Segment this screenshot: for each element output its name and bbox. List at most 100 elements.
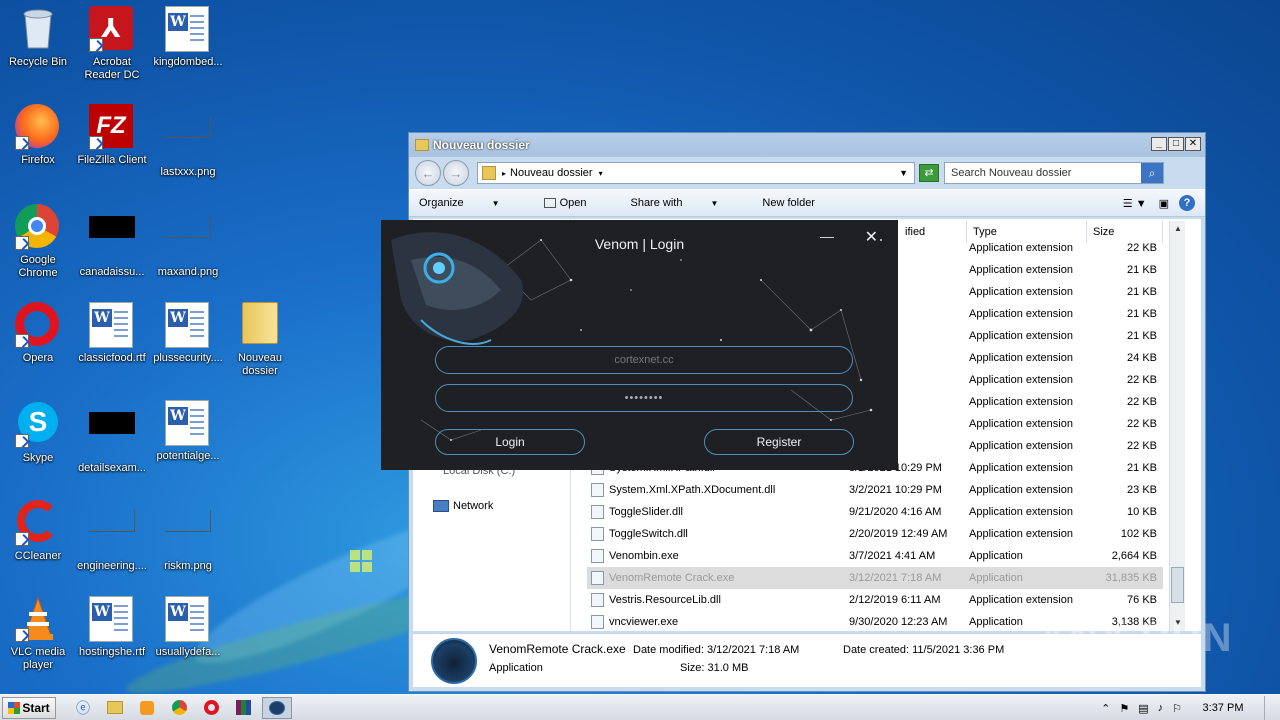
- chrome-taskbar-icon[interactable]: [166, 697, 192, 719]
- tray-expand-icon[interactable]: ⌃: [1101, 702, 1110, 715]
- desktop-icon-hostingshe[interactable]: W hostingshe.rtf: [74, 596, 150, 659]
- help-icon[interactable]: ?: [1179, 195, 1195, 211]
- address-bar[interactable]: ▸ Nouveau dossier ▾ ▼: [477, 162, 915, 184]
- ccleaner-icon: [15, 500, 61, 546]
- desktop-icon-classicfood[interactable]: W classicfood.rtf: [74, 302, 150, 365]
- register-button[interactable]: Register: [704, 429, 854, 455]
- show-desktop-button[interactable]: [1264, 696, 1274, 720]
- address-history-dropdown-icon[interactable]: ▼: [899, 168, 908, 178]
- refresh-button[interactable]: ⇄: [919, 164, 939, 182]
- venom-taskbar-icon[interactable]: [262, 696, 292, 719]
- desktop-icon-label: Nouveau dossier: [237, 352, 283, 377]
- desktop-icon-engineering[interactable]: engineering....: [74, 498, 150, 573]
- view-options-icon[interactable]: ☰ ▼: [1123, 197, 1147, 210]
- media-player-icon[interactable]: [134, 697, 160, 719]
- desktop-icon-lastxxx[interactable]: lastxxx.png: [150, 104, 226, 179]
- venom-app-icon: [431, 638, 477, 684]
- desktop-icon-skype[interactable]: S Skype: [0, 400, 76, 465]
- opera-taskbar-icon[interactable]: [198, 697, 224, 719]
- desktop-icon-label: CCleaner: [14, 550, 62, 562]
- image-file-icon: [165, 216, 211, 262]
- winrar-icon[interactable]: [230, 697, 256, 719]
- clock[interactable]: 3:37 PM: [1191, 702, 1255, 714]
- chevron-down-icon: ▼: [710, 199, 719, 208]
- search-input[interactable]: Search Nouveau dossier ⌕: [944, 162, 1164, 184]
- maximize-button[interactable]: □: [1168, 137, 1184, 151]
- share-with-menu[interactable]: Share with ▼: [630, 197, 740, 209]
- venom-close-button[interactable]: ✕: [865, 227, 878, 247]
- word-doc-icon: W: [165, 400, 211, 446]
- desktop-icon-ccleaner[interactable]: CCleaner: [0, 498, 76, 563]
- search-icon[interactable]: ⌕: [1141, 163, 1163, 183]
- file-row[interactable]: VenomRemote Crack.exe 3/12/2021 7:18 AM Ap…: [587, 567, 1163, 589]
- desktop-icon-maxand[interactable]: maxand.png: [150, 204, 226, 279]
- desktop-icon-firefox[interactable]: Firefox: [0, 104, 76, 167]
- new-folder-button[interactable]: New folder: [762, 197, 815, 209]
- desktop-icon-chrome[interactable]: Google Chrome: [0, 204, 76, 280]
- vertical-scrollbar[interactable]: ▲ ▼: [1169, 221, 1185, 631]
- system-tray: ⌃ ⚑ ▤ ♪ ⚐ 3:37 PM: [1101, 695, 1280, 720]
- command-bar: Organize ▼ Open Share with ▼ New folder ☰ …: [409, 189, 1205, 217]
- scrollbar-thumb[interactable]: [1171, 567, 1184, 603]
- desktop-icon-acrobat[interactable]: ⅄ Acrobat Reader DC: [74, 6, 150, 82]
- network-icon: [433, 500, 449, 512]
- scroll-up-icon[interactable]: ▲: [1170, 221, 1186, 237]
- minimize-button[interactable]: _: [1151, 137, 1167, 151]
- nav-item-network[interactable]: Network: [433, 500, 493, 512]
- vlc-cone-icon: [15, 596, 61, 642]
- volume-icon[interactable]: ♪: [1158, 702, 1164, 714]
- desktop-icon-opera[interactable]: Opera: [0, 302, 76, 365]
- file-row[interactable]: ToggleSlider.dll 9/21/2020 4:16 AM Applica…: [587, 501, 1163, 523]
- desktop-icon-usuallydefa[interactable]: W usuallydefa...: [150, 596, 226, 659]
- venom-login-window: Venom | Login — ✕ cortexnet.cc •••••••• …: [381, 220, 898, 470]
- desktop-icon-riskm[interactable]: riskm.png: [150, 498, 226, 573]
- windows-wallpaper-logo: [350, 550, 372, 572]
- venom-minimize-button[interactable]: —: [820, 228, 834, 244]
- close-button[interactable]: ✕: [1185, 137, 1201, 151]
- file-type: Application extension: [969, 594, 1073, 606]
- breadcrumb[interactable]: Nouveau dossier: [510, 167, 593, 179]
- start-button[interactable]: Start: [2, 696, 56, 719]
- open-button[interactable]: Open: [543, 197, 609, 209]
- desktop-icon-filezilla[interactable]: FZ FileZilla Client: [74, 104, 150, 167]
- desktop-icon-plussecurity[interactable]: W plussecurity....: [150, 302, 226, 365]
- desktop-icon-potentialge[interactable]: W potentialge...: [150, 400, 226, 463]
- file-name: ToggleSwitch.dll: [609, 528, 688, 540]
- network-tray-icon[interactable]: ▤: [1138, 702, 1148, 715]
- shortcut-arrow-icon: [89, 136, 103, 150]
- desktop-icon-kingdombed[interactable]: W kingdombed...: [150, 6, 226, 69]
- password-input[interactable]: ••••••••: [435, 384, 853, 412]
- chevron-down-icon[interactable]: ▾: [599, 169, 603, 178]
- username-input[interactable]: cortexnet.cc: [435, 346, 853, 374]
- file-row[interactable]: Venombin.exe 3/7/2021 4:41 AM Application 2…: [587, 545, 1163, 567]
- desktop-icon-detailsexam[interactable]: detailsexam...: [74, 400, 150, 475]
- desktop-icon-label: lastxxx.png: [160, 166, 216, 178]
- file-row[interactable]: System.Xml.XPath.XDocument.dll 3/2/2021 1…: [587, 479, 1163, 501]
- action-center-icon[interactable]: ⚑: [1119, 702, 1129, 715]
- dll-file-icon: [591, 483, 604, 497]
- file-row[interactable]: ToggleSwitch.dll 2/20/2019 12:49 AM Applic…: [587, 523, 1163, 545]
- file-type: Application: [969, 616, 1023, 628]
- desktop-icon-label: classicfood.rtf: [78, 352, 146, 364]
- login-button[interactable]: Login: [435, 429, 585, 455]
- image-file-icon: [89, 510, 135, 556]
- desktop-icon-vlc[interactable]: VLC media player: [0, 596, 76, 672]
- back-button[interactable]: ←: [415, 160, 441, 186]
- desktop-icon-recycle-bin[interactable]: Recycle Bin: [0, 6, 76, 69]
- file-row[interactable]: Vestris.ResourceLib.dll 2/12/2019 6:11 AM…: [587, 589, 1163, 611]
- preview-pane-icon[interactable]: ▣: [1159, 197, 1169, 210]
- organize-menu[interactable]: Organize ▼: [419, 197, 522, 209]
- explorer-titlebar[interactable]: Nouveau dossier _ □ ✕: [409, 133, 1205, 157]
- start-label: Start: [22, 700, 50, 715]
- file-explorer-icon[interactable]: [102, 697, 128, 719]
- details-filetype: Application: [489, 662, 543, 674]
- file-type: Application extension: [969, 418, 1073, 430]
- internet-explorer-icon[interactable]: ⓔ: [70, 697, 96, 719]
- desktop-icon-canadaissu[interactable]: canadaissu...: [74, 204, 150, 279]
- desktop-icon-nouveau-dossier[interactable]: Nouveau dossier: [222, 302, 298, 378]
- details-date-modified: Date modified: 3/12/2021 7:18 AM: [633, 644, 800, 656]
- file-name: VenomRemote Crack.exe: [609, 572, 735, 584]
- flag-tray-icon[interactable]: ⚐: [1172, 702, 1182, 715]
- forward-button[interactable]: →: [443, 160, 469, 186]
- details-size: Size: 31.0 MB: [680, 662, 749, 674]
